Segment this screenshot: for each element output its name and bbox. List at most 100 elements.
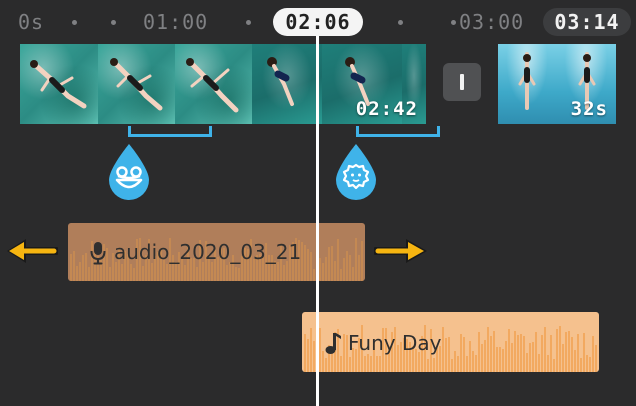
waveform-bar [313, 269, 315, 281]
audio-track-label: audio_2020_03_21 [114, 240, 302, 264]
swimmer-figure [518, 52, 536, 110]
waveform-bar [433, 358, 435, 372]
ruler-tick [246, 20, 251, 25]
waveform-bar [460, 334, 462, 372]
clip-duration-label: 02:42 [355, 98, 418, 120]
waveform-bar [586, 355, 588, 372]
waveform-bar [580, 358, 582, 372]
waveform-bar [457, 356, 459, 372]
audio-track-recording[interactable]: audio_2020_03_21 [68, 223, 365, 281]
music-note-icon [325, 333, 341, 354]
ruler-tick [72, 20, 77, 25]
waveform-bar [238, 268, 240, 281]
waveform-bar [85, 253, 87, 281]
ruler-tick [398, 20, 403, 25]
playhead-line[interactable] [316, 36, 319, 406]
waveform-bar [550, 335, 552, 372]
waveform-bar [520, 334, 522, 372]
waveform-bar [541, 335, 543, 372]
audio-track-label: Funy Day [348, 331, 442, 355]
waveform-bar [79, 262, 81, 281]
waveform-bar [310, 328, 312, 372]
waveform-bar [547, 355, 549, 372]
waveform-bar [121, 264, 123, 281]
move-left-arrow-icon[interactable] [4, 236, 58, 266]
waveform-bar [574, 350, 576, 372]
waveform-bar [481, 344, 483, 372]
waveform-bar [442, 327, 444, 372]
waveform-bar [427, 359, 429, 372]
waveform-bar [451, 359, 453, 372]
waveform-bar [529, 343, 531, 372]
waveform-bar [496, 347, 498, 372]
video-clip-diving[interactable]: 02:42 [252, 44, 426, 124]
waveform-bar [307, 249, 309, 281]
waveform-bar [364, 356, 366, 372]
effect-range-bracket[interactable] [356, 126, 440, 137]
waveform-bar [76, 266, 78, 281]
ruler-label-one-minute: 01:00 [143, 10, 209, 34]
waveform-bar [304, 245, 306, 281]
waveform-bar [310, 252, 312, 281]
waveform-bar [325, 257, 327, 281]
waveform-bar [505, 341, 507, 372]
waveform-bar [88, 267, 90, 281]
waveform-bar [463, 337, 465, 372]
split-clip-button[interactable] [443, 63, 481, 101]
waveform-bar [352, 267, 354, 281]
waveform-bar [502, 349, 504, 372]
waveform-bar [166, 264, 168, 281]
waveform-bar [337, 239, 339, 281]
waveform-bar [361, 241, 363, 281]
waveform-bar [562, 344, 564, 372]
waveform-bar [535, 332, 537, 372]
effect-range-bracket[interactable] [128, 126, 212, 137]
waveform-bar [538, 354, 540, 372]
waveform-bar [109, 267, 111, 281]
waveform-bar [577, 334, 579, 372]
waveform-bar [445, 338, 447, 372]
waveform-bar [454, 351, 456, 372]
waveform-bar [553, 359, 555, 372]
ruler-tick [451, 20, 456, 25]
split-icon [460, 74, 464, 90]
playhead-time-badge[interactable]: 02:06 [273, 8, 363, 36]
video-editor-timeline: 0s 01:00 03:00 02:06 03:14 02:42 32s aud… [0, 0, 636, 406]
waveform-bar [367, 354, 369, 372]
waveform-bar [202, 262, 204, 281]
waveform-bar [340, 269, 342, 281]
waveform-bar [328, 247, 330, 281]
waveform-bar [343, 334, 345, 372]
microphone-icon [90, 242, 106, 265]
move-right-arrow-icon[interactable] [374, 236, 430, 266]
frog-effect-icon[interactable] [104, 142, 154, 202]
swimmer-figure [267, 57, 294, 106]
waveform-bar [343, 258, 345, 281]
video-clip-underwater[interactable]: 32s [498, 44, 616, 124]
swimmer-figure [110, 58, 163, 111]
waveform-bar [142, 266, 144, 281]
waveform-bar [73, 251, 75, 281]
waveform-bar [229, 262, 231, 281]
waveform-bar [448, 337, 450, 372]
waveform-bar [511, 343, 513, 372]
waveform-bar [370, 356, 372, 372]
clip-duration-label: 32s [570, 98, 608, 120]
waveform-bar [568, 331, 570, 372]
waveform-bar [151, 263, 153, 281]
audio-track-music[interactable]: Funy Day [302, 312, 599, 372]
waveform-bar [589, 357, 591, 372]
waveform-bar [325, 358, 327, 372]
waveform-bar [499, 347, 501, 372]
waveform-bar [334, 261, 336, 281]
ruler-tick [111, 20, 116, 25]
waveform-bar [355, 238, 357, 281]
video-clip-floating[interactable] [20, 44, 252, 124]
waveform-bar [274, 261, 276, 281]
waveform-bar [277, 262, 279, 281]
waveform-bar [283, 265, 285, 281]
waveform-bar [331, 246, 333, 281]
waveform-bar [583, 333, 585, 372]
waveform-bar [523, 336, 525, 372]
lion-effect-icon[interactable] [331, 142, 381, 202]
